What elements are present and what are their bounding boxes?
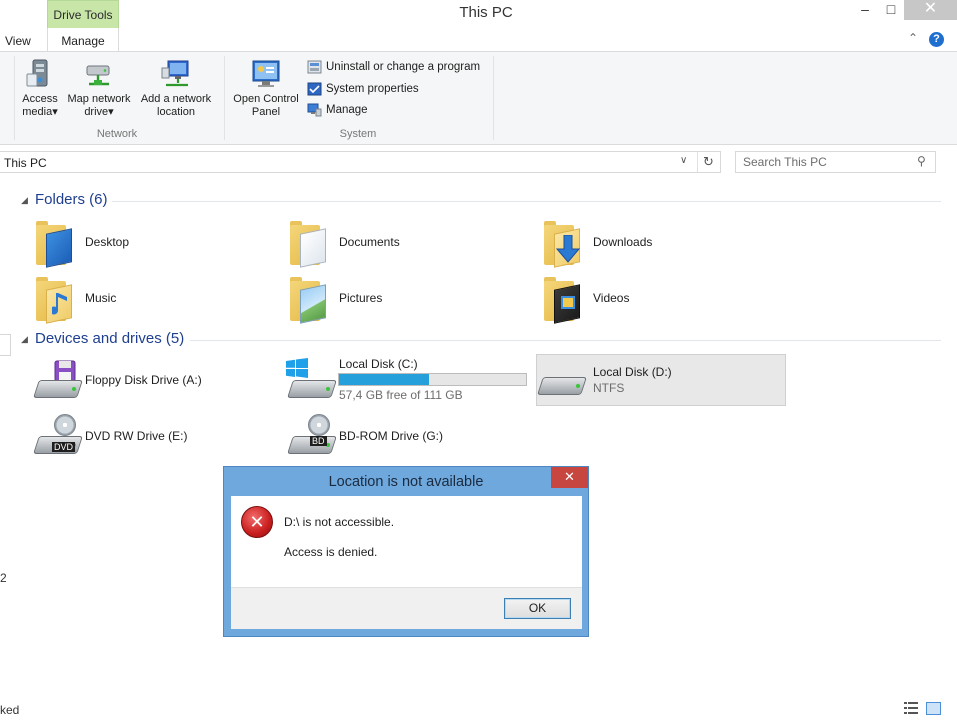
refresh-icon[interactable]: ↻ [703,154,714,170]
drive-label: DVD RW Drive (E:) [85,429,188,443]
desktop-folder-icon [34,217,74,268]
folders-header[interactable]: Folders (6) [35,191,108,208]
drive-badge: BD [310,436,327,446]
map-network-drive-line2: drive [84,106,109,118]
system-properties-button[interactable]: System properties [307,82,419,100]
folder-label: Music [85,291,117,305]
drive-tools-context-tab: Drive Tools [47,0,119,28]
tab-view[interactable]: View [5,34,31,48]
open-control-panel-line2: Panel [251,106,281,118]
pictures-folder-icon [288,273,328,324]
ribbon-collapse-icon[interactable]: ⌃ [908,31,918,45]
map-network-drive-button[interactable]: Map network drive▾ [63,58,135,119]
system-properties-label: System properties [326,83,419,96]
manage-button[interactable]: Manage [307,103,368,121]
ribbon-separator [14,56,15,140]
drive-label: Local Disk (C:) [339,357,418,371]
downloads-folder-icon [542,217,582,268]
dialog-close-button[interactable]: ✕ [551,467,588,488]
access-media-button[interactable]: Access media▾ [18,58,62,119]
close-window-button[interactable]: ✕ [904,0,957,20]
address-path[interactable]: This PC [4,156,47,170]
dropdown-arrow-icon: ▾ [108,106,114,118]
windows-drive-icon [286,358,337,402]
ribbon-separator [224,56,225,140]
dvd-drive-icon: DVD [33,414,83,458]
section-divider [112,201,941,202]
folder-label: Videos [593,291,630,305]
floppy-drive-icon [33,360,83,402]
dialog-body: ✕ D:\ is not accessible. Access is denie… [231,496,582,587]
network-drive-icon [83,58,115,90]
error-detail: Access is denied. [284,545,378,559]
videos-folder-icon [542,273,582,324]
minimize-button[interactable]: – [850,0,880,20]
ok-button[interactable]: OK [504,598,571,619]
add-network-location-line1: Add a network [140,93,212,105]
collapse-folders-icon[interactable]: ◢ [21,195,28,206]
uninstall-icon [307,60,322,74]
uninstall-program-button[interactable]: Uninstall or change a program [307,60,480,78]
details-view-icon[interactable] [904,702,918,714]
ribbon-separator [493,56,494,140]
uninstall-label: Uninstall or change a program [326,61,481,74]
error-message: D:\ is not accessible. [284,515,395,529]
large-icons-view-icon[interactable] [926,702,941,715]
address-separator [697,152,698,172]
drives-header[interactable]: Devices and drives (5) [35,330,184,347]
system-properties-icon [307,82,322,96]
address-dropdown-icon[interactable]: ∨ [680,155,687,166]
window-title: This PC [459,4,513,21]
access-media-line1: Access [22,93,58,105]
drive-usage-bar [338,373,527,386]
add-network-location-button[interactable]: Add a network location [136,58,216,119]
drive-usage-fill [339,374,430,385]
search-icon[interactable]: ⚲ [917,154,926,168]
help-icon[interactable]: ? [929,32,944,47]
documents-folder-icon [288,217,328,268]
drive-label: Local Disk (D:) [593,365,672,379]
search-box[interactable]: ⚲ [735,151,936,173]
drive-tools-label: Drive Tools [53,8,113,22]
network-location-icon [160,58,192,90]
folder-label: Downloads [593,235,653,249]
collapse-drives-icon[interactable]: ◢ [21,334,28,345]
group-label-system: System [339,128,377,140]
access-media-line2: media [22,106,53,118]
media-server-icon [24,58,56,90]
dropdown-arrow-icon: ▾ [52,106,58,118]
folder-label: Pictures [339,291,383,305]
dialog-title: Location is not available [328,474,484,490]
drive-label: BD-ROM Drive (G:) [339,429,443,443]
drive-filesystem: NTFS [593,381,625,395]
music-folder-icon [34,273,74,324]
status-bar-text: ked [0,703,20,717]
error-dialog: Location is not available ✕ ✕ D:\ is not… [223,466,589,637]
tab-manage[interactable]: Manage [47,28,119,52]
manage-label: Manage [326,104,368,117]
group-label-network: Network [96,128,138,140]
drive-label: Floppy Disk Drive (A:) [85,373,202,387]
search-input[interactable] [736,152,911,172]
hard-drive-icon [537,363,587,399]
dialog-footer: OK [231,587,582,629]
navigation-pane-scroll-edge[interactable] [0,334,11,356]
drive-badge: DVD [52,442,76,452]
error-icon: ✕ [241,506,273,538]
control-panel-icon [250,58,282,90]
map-network-drive-line1: Map network [67,93,131,105]
drive-local-d[interactable]: Local Disk (D:) NTFS [536,354,786,406]
open-control-panel-button[interactable]: Open Control Panel [229,58,303,119]
drive-free-space: 57,4 GB free of 111 GB [339,388,463,402]
bd-drive-icon: BD [287,414,337,458]
address-bar[interactable]: This PC ∨ ↻ [0,151,721,173]
open-control-panel-line1: Open Control [233,93,299,105]
section-divider [190,340,941,341]
maximize-button[interactable]: □ [878,0,904,20]
computer-management-icon [307,103,322,117]
folder-label: Desktop [85,235,130,249]
folder-label: Documents [339,235,400,249]
navigation-pane-fragment: 2 [0,571,7,585]
add-network-location-line2: location [157,106,195,118]
